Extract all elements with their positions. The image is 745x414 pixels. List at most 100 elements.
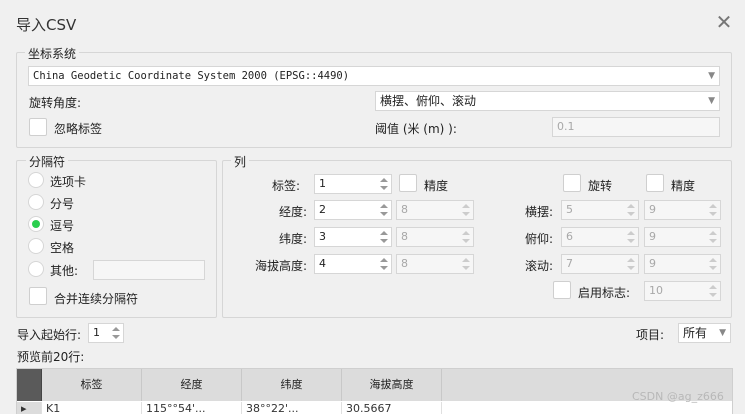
spinner-icon[interactable]	[709, 203, 717, 217]
latitude-value: 3	[319, 230, 326, 243]
column-header[interactable]: 海拔高度	[342, 369, 442, 401]
column-label-stepper[interactable]: 1	[314, 174, 392, 194]
latitude-label: 纬度:	[279, 232, 308, 246]
radio-semicolon[interactable]	[28, 194, 44, 210]
rotation-select[interactable]: 横摆、俯仰、滚动 ▼	[375, 91, 720, 111]
radio-space-label: 空格	[50, 241, 75, 255]
longitude-label: 经度:	[279, 205, 308, 219]
pitch-label: 俯仰:	[525, 232, 554, 246]
latitude-stepper[interactable]: 3	[314, 227, 392, 247]
table-cell: 30.5667	[342, 402, 442, 414]
row-header-cell: ▸	[17, 402, 42, 414]
roll-precision-value: 9	[649, 257, 656, 270]
column-label-label: 标签:	[272, 179, 301, 193]
radio-other[interactable]	[28, 261, 44, 277]
crs-legend: 坐标系统	[25, 45, 80, 62]
threshold-input[interactable]: 0.1	[552, 117, 720, 137]
separator-legend: 分隔符	[26, 153, 69, 170]
pitch-stepper[interactable]: 6	[561, 227, 639, 247]
flag-value: 10	[649, 284, 663, 297]
items-select[interactable]: 所有 ▼	[678, 323, 731, 343]
altitude-value: 4	[319, 257, 326, 270]
altitude-precision-value: 8	[401, 257, 408, 270]
threshold-label: 阈值 (米 (m) ):	[375, 122, 457, 136]
altitude-label: 海拔高度:	[255, 259, 308, 273]
latitude-precision-stepper[interactable]: 8	[396, 227, 474, 247]
spinner-icon[interactable]	[462, 203, 470, 217]
yaw-stepper[interactable]: 5	[561, 200, 639, 220]
enable-flag-label: 启用标志:	[578, 286, 631, 300]
spinner-icon[interactable]	[709, 284, 717, 298]
longitude-precision-stepper[interactable]: 8	[396, 200, 474, 220]
import-start-value: 1	[93, 326, 100, 339]
longitude-precision-value: 8	[401, 203, 408, 216]
column-header[interactable]: 纬度	[242, 369, 342, 401]
pitch-precision-value: 9	[649, 230, 656, 243]
rotation-label: 旋转角度:	[29, 96, 82, 110]
altitude-stepper[interactable]: 4	[314, 254, 392, 274]
column-header[interactable]: 经度	[142, 369, 242, 401]
radio-comma[interactable]	[28, 216, 44, 232]
ignore-labels-label: 忽略标签	[54, 122, 103, 136]
spinner-icon[interactable]	[709, 257, 717, 271]
yaw-label: 横摆:	[525, 205, 554, 219]
rotate-checkbox[interactable]	[563, 174, 581, 192]
import-start-stepper[interactable]: 1	[88, 323, 124, 343]
merge-separators-checkbox[interactable]	[29, 287, 47, 305]
roll-label: 滚动:	[525, 259, 554, 273]
chevron-down-icon: ▼	[708, 71, 715, 81]
spinner-icon[interactable]	[380, 257, 388, 271]
spinner-icon[interactable]	[709, 230, 717, 244]
crs-select-value: China Geodetic Coordinate System 2000 (E…	[33, 70, 350, 82]
altitude-precision-stepper[interactable]: 8	[396, 254, 474, 274]
spinner-icon[interactable]	[462, 257, 470, 271]
longitude-value: 2	[319, 203, 326, 216]
items-label: 项目:	[636, 328, 665, 342]
radio-tab[interactable]	[28, 172, 44, 188]
radio-space[interactable]	[28, 238, 44, 254]
spinner-icon[interactable]	[627, 230, 635, 244]
table-cell: 38°°22'...	[242, 402, 342, 414]
flag-stepper[interactable]: 10	[644, 281, 721, 301]
longitude-stepper[interactable]: 2	[314, 200, 392, 220]
label-precision-checkbox[interactable]	[399, 174, 417, 192]
spinner-icon[interactable]	[627, 203, 635, 217]
spinner-icon[interactable]	[112, 326, 120, 340]
roll-stepper[interactable]: 7	[561, 254, 639, 274]
merge-separators-label: 合并连续分隔符	[54, 292, 139, 306]
columns-legend: 列	[231, 153, 250, 170]
watermark: CSDN @ag_z666	[632, 390, 724, 403]
latitude-precision-value: 8	[401, 230, 408, 243]
rotate-precision-label: 精度	[671, 179, 696, 193]
other-separator-input[interactable]	[93, 260, 205, 280]
yaw-value: 5	[566, 203, 573, 216]
radio-other-label: 其他:	[50, 264, 79, 278]
table-cell: K1	[42, 402, 142, 414]
roll-precision-stepper[interactable]: 9	[644, 254, 721, 274]
close-icon[interactable]: ✕	[714, 12, 734, 32]
table-cell: 115°°54'...	[142, 402, 242, 414]
preview-label: 预览前20行:	[17, 350, 85, 364]
items-select-value: 所有	[683, 326, 708, 340]
spinner-icon[interactable]	[380, 230, 388, 244]
label-precision-label: 精度	[424, 179, 449, 193]
rotate-precision-checkbox[interactable]	[646, 174, 664, 192]
spinner-icon[interactable]	[380, 203, 388, 217]
rotate-label: 旋转	[588, 179, 613, 193]
enable-flag-checkbox[interactable]	[553, 281, 571, 299]
spinner-icon[interactable]	[380, 177, 388, 191]
pitch-precision-stepper[interactable]: 9	[644, 227, 721, 247]
roll-value: 7	[566, 257, 573, 270]
radio-comma-label: 逗号	[50, 219, 75, 233]
import-start-label: 导入起始行:	[17, 328, 82, 342]
spinner-icon[interactable]	[462, 230, 470, 244]
column-label-value: 1	[319, 177, 326, 190]
yaw-precision-stepper[interactable]: 9	[644, 200, 721, 220]
chevron-down-icon: ▼	[719, 328, 726, 338]
radio-semicolon-label: 分号	[50, 197, 75, 211]
column-header[interactable]: 标签	[42, 369, 142, 401]
ignore-labels-checkbox[interactable]	[29, 118, 47, 136]
preview-table[interactable]: 标签 经度 纬度 海拔高度 ▸ K1 115°°54'... 38°°22'..…	[16, 368, 733, 414]
spinner-icon[interactable]	[627, 257, 635, 271]
crs-select[interactable]: China Geodetic Coordinate System 2000 (E…	[28, 66, 720, 86]
